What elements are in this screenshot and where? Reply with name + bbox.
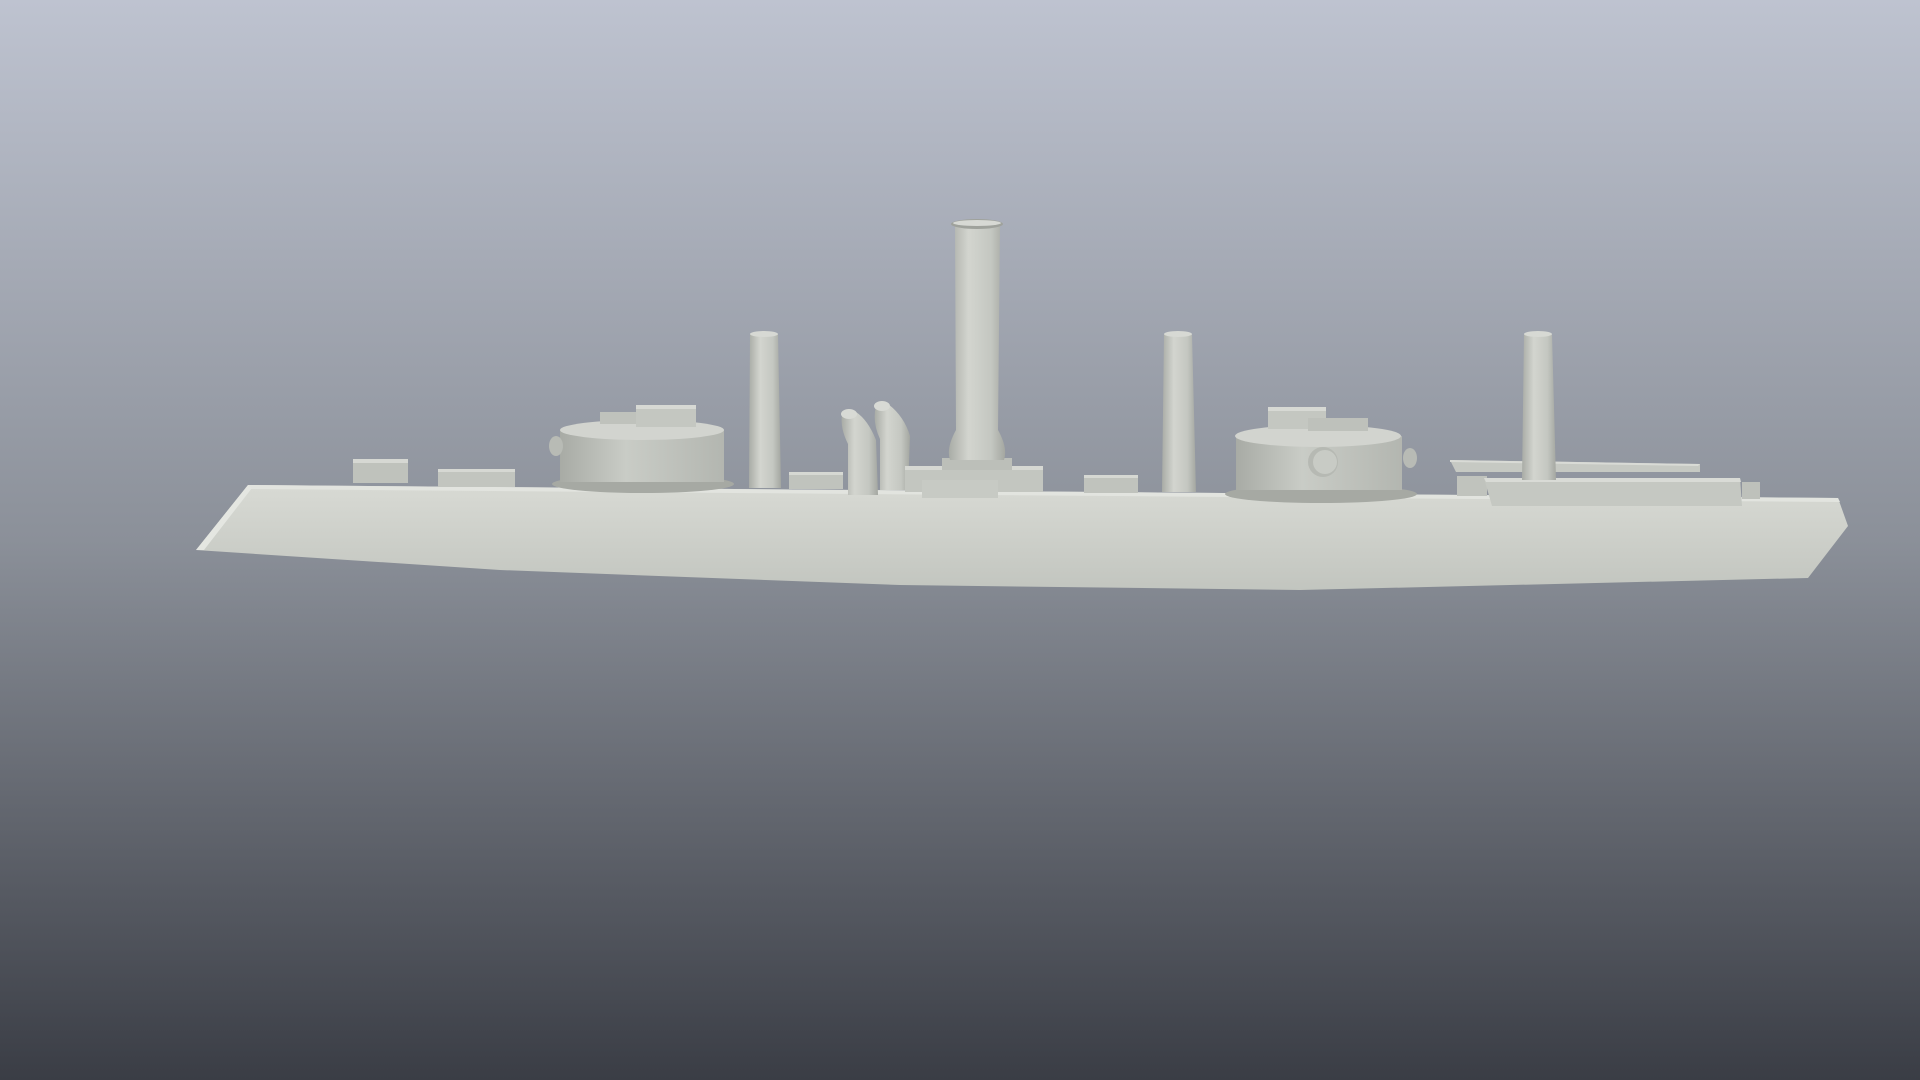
fwd-turret-hatch-1-top (1268, 407, 1326, 411)
mast-3-top (1524, 331, 1552, 337)
aft-turret-gun-left (549, 436, 563, 456)
fwd-turret-gun-port-face (1313, 450, 1337, 474)
fwd-turret-gun-right (1403, 448, 1417, 468)
forecastle-block (1457, 476, 1487, 496)
bow-block (1742, 482, 1760, 499)
mast-1-top (750, 331, 778, 337)
funnel-deckhouse-front (922, 480, 998, 498)
deck-block-2-top (438, 469, 515, 472)
fwd-turret-hatch-2 (1308, 418, 1368, 431)
deck-block-4-top (1084, 475, 1138, 478)
mast-3 (1522, 334, 1556, 480)
mast-2-top (1164, 331, 1192, 337)
scene-canvas (0, 0, 1920, 1080)
aft-turret-hatch-2-top (636, 405, 696, 409)
funnel-stack (948, 224, 1006, 460)
ventilator-2-mouth (874, 401, 890, 411)
mast-2 (1162, 334, 1196, 492)
mast-1 (749, 334, 781, 488)
aft-turret-hatch-1 (600, 412, 640, 424)
render-viewport (0, 0, 1920, 1080)
deck-block-3-top (789, 472, 843, 475)
funnel-rim (953, 220, 1001, 226)
forecastle-deckhouse (1484, 478, 1742, 506)
ventilator-1-mouth (841, 409, 857, 419)
deck-block-1-top (353, 459, 408, 463)
